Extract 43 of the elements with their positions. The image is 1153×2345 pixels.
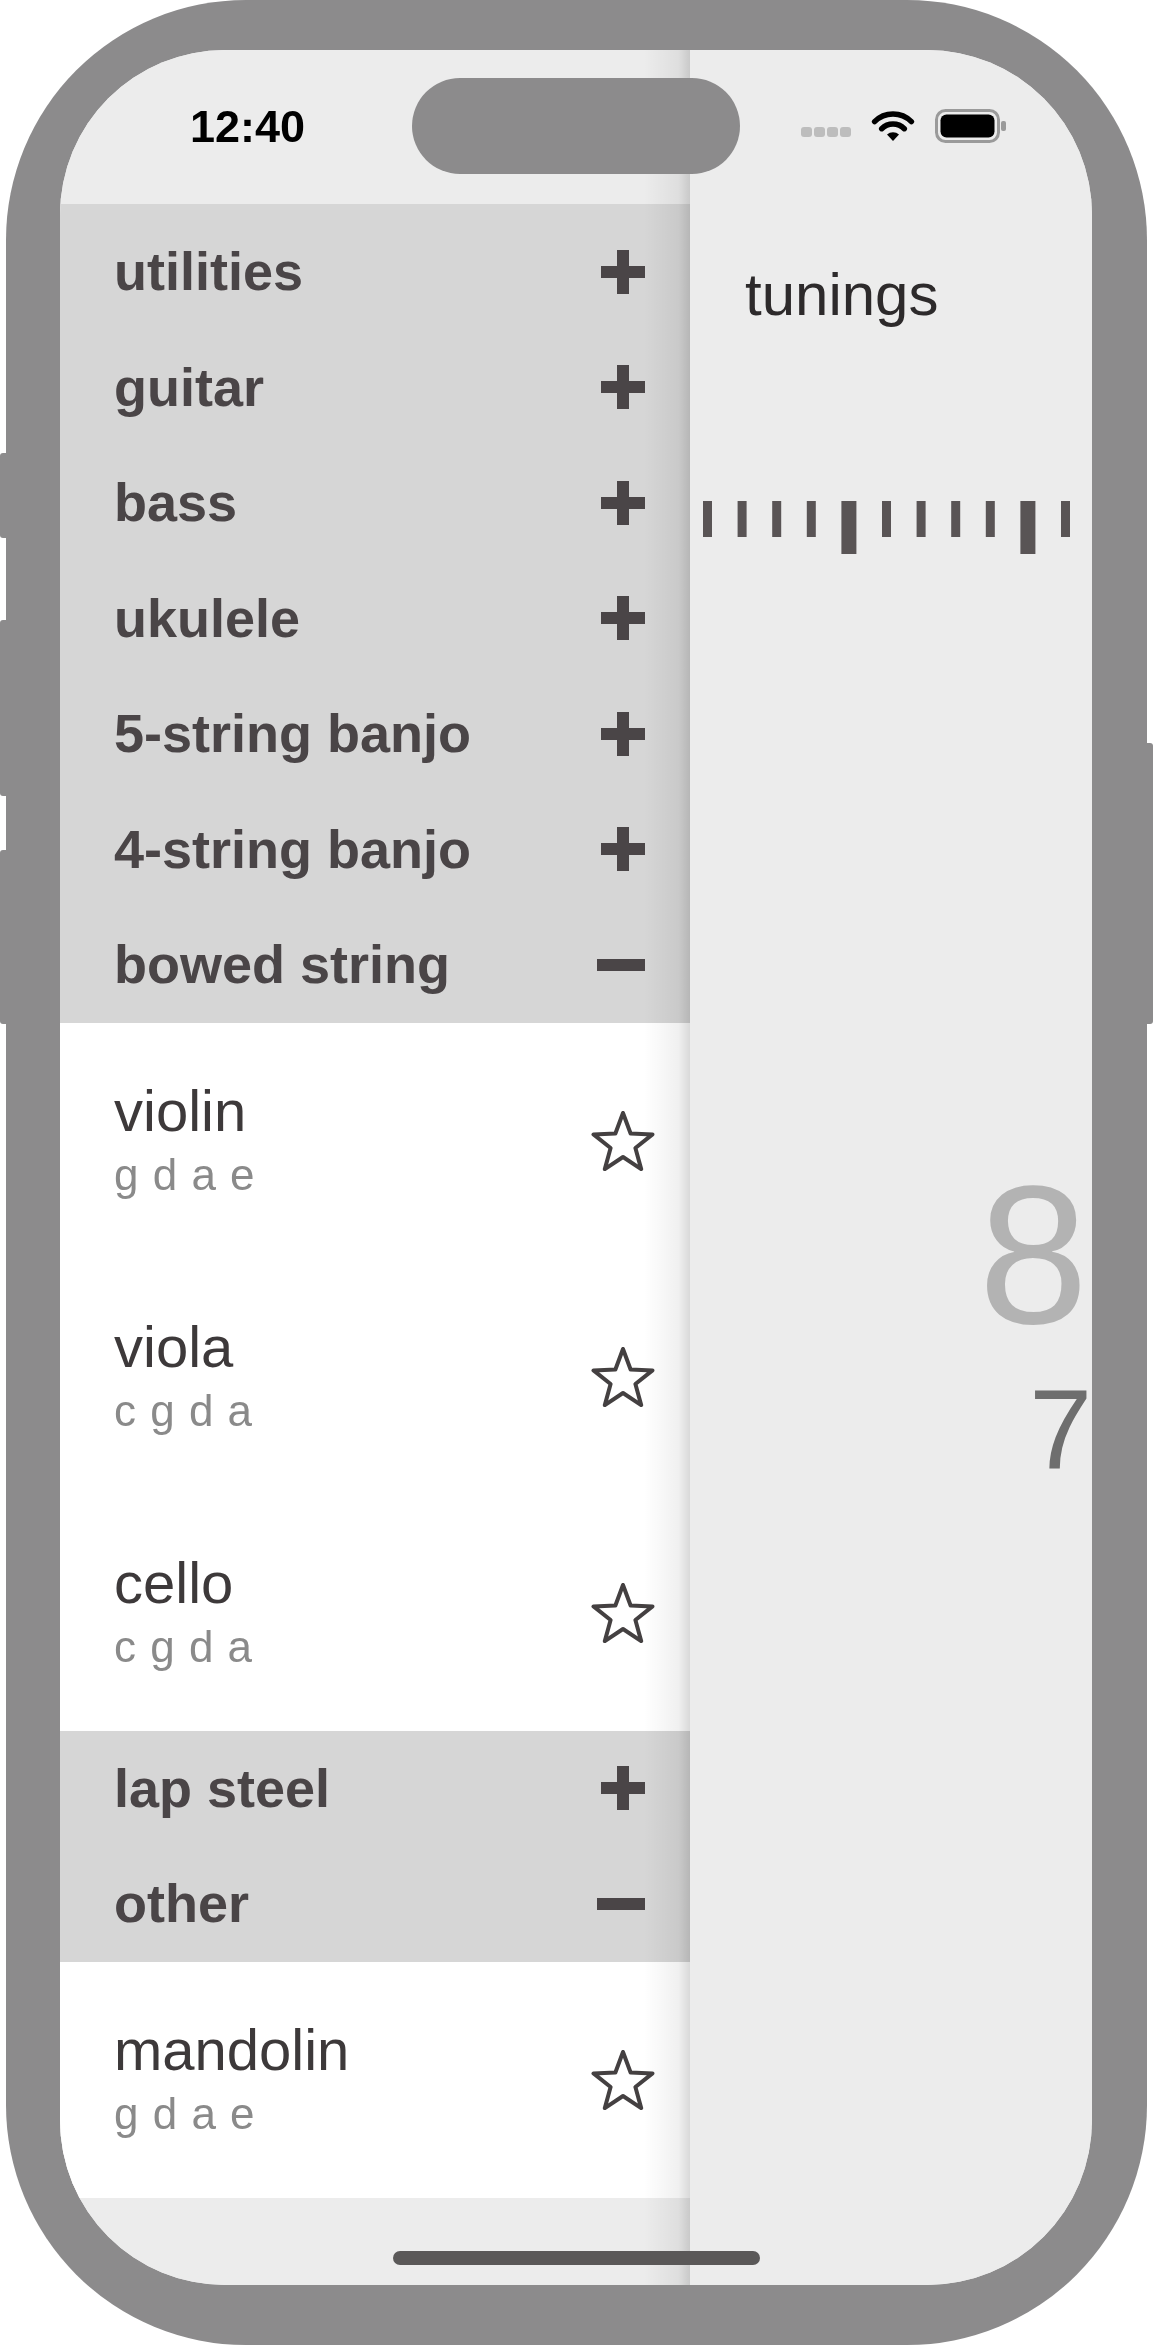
star-icon[interactable] bbox=[591, 1110, 655, 1171]
pane-title: tunings bbox=[745, 260, 940, 330]
category-header[interactable]: ukulele bbox=[60, 560, 690, 676]
tick-mark bbox=[1061, 501, 1070, 537]
tick-mark bbox=[951, 501, 961, 537]
wifi-icon bbox=[871, 109, 915, 143]
tuning-name: cello bbox=[114, 1551, 235, 1615]
star-icon[interactable] bbox=[591, 1346, 655, 1407]
tuning-name: viola bbox=[114, 1315, 235, 1379]
tuning-notes: c g d a bbox=[114, 1385, 254, 1437]
status-time: 12:40 bbox=[190, 103, 305, 149]
category-header[interactable]: 4-string banjo bbox=[60, 791, 690, 907]
tuning-row[interactable]: viola c g d a bbox=[60, 1258, 690, 1495]
tick-mark bbox=[806, 501, 816, 537]
tick-mark bbox=[703, 501, 712, 537]
tuning-notes: g d a e bbox=[114, 1149, 256, 1201]
battery-icon bbox=[935, 109, 1006, 143]
category-header[interactable]: other bbox=[60, 1846, 690, 1962]
major-tick-mark bbox=[1020, 501, 1036, 554]
tuning-row[interactable]: violin g d a e bbox=[60, 1022, 690, 1259]
tick-mark bbox=[916, 501, 926, 537]
category-header[interactable]: lap steel bbox=[60, 1730, 690, 1846]
tick-mark bbox=[737, 501, 747, 537]
major-tick-mark bbox=[841, 501, 857, 554]
tick-mark bbox=[985, 501, 995, 537]
category-header[interactable]: utilities bbox=[60, 204, 690, 330]
tuning-row[interactable]: mandolin g d a e bbox=[60, 1961, 690, 2198]
dial-number: 8 bbox=[978, 1157, 1088, 1354]
category-header[interactable]: bowed string bbox=[60, 907, 690, 1023]
tick-mark bbox=[772, 501, 782, 537]
signal-icon bbox=[801, 127, 851, 137]
tick-mark bbox=[882, 501, 891, 537]
tuning-name: violin bbox=[114, 1079, 248, 1143]
category-header[interactable]: bass bbox=[60, 445, 690, 561]
category-header[interactable]: guitar bbox=[60, 329, 690, 445]
category-header[interactable]: 5-string banjo bbox=[60, 676, 690, 792]
tuning-notes: g d a e bbox=[114, 2088, 257, 2140]
star-icon[interactable] bbox=[591, 2049, 655, 2110]
tuning-row[interactable]: cello c g d a bbox=[60, 1494, 690, 1731]
star-icon[interactable] bbox=[591, 1582, 655, 1643]
tuning-notes: c g d a bbox=[114, 1621, 254, 1673]
tuning-name: mandolin bbox=[114, 2018, 350, 2082]
dial-number: 7 bbox=[1029, 1374, 1092, 1487]
